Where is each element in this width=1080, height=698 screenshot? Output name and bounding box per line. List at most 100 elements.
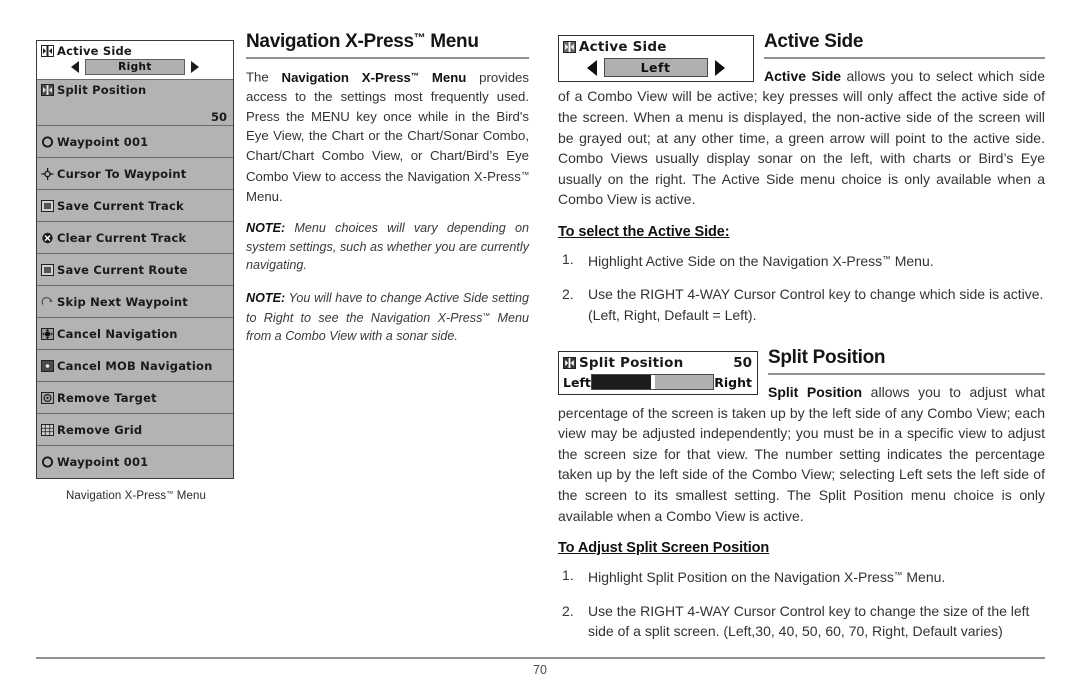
footer-divider: [36, 657, 1045, 659]
left-right-arrows-icon: [41, 45, 54, 57]
split-position-section: Split Position 50 Left Right Split Posit…: [558, 348, 1045, 654]
list-item: 1. Highlight Active Side on the Navigatio…: [558, 249, 1045, 271]
remove-grid-icon: [41, 423, 54, 436]
step-text: Highlight Active Side on the Navigation …: [588, 252, 934, 269]
list-item: 1. Highlight Split Position on the Naviga…: [558, 565, 1045, 587]
figure-caption: Navigation X-Press™ Menu: [66, 490, 206, 503]
gauge-right-label: Right: [714, 374, 752, 390]
lcd-menu-item-save-current-track[interactable]: Save Current Track: [37, 190, 233, 222]
gauge-track[interactable]: [590, 374, 715, 391]
gauge-knob[interactable]: [651, 375, 656, 390]
note-2-label: NOTE:: [246, 290, 286, 305]
save-route-icon: [41, 263, 54, 276]
arrow-right-icon[interactable]: [191, 61, 199, 73]
split-position-divider: [768, 373, 1045, 376]
clear-x-circle-icon: [41, 232, 54, 244]
skip-arrow-icon: [41, 296, 54, 308]
note-1-text: Menu choices will vary depending on syst…: [246, 221, 529, 273]
step-text: Use the RIGHT 4-WAY Cursor Control key t…: [588, 602, 1030, 639]
split-position-heading: Split Position: [768, 348, 886, 369]
lcd-menu-item-label: Clear Current Track: [57, 230, 187, 245]
active-side-heading: Active Side: [764, 32, 864, 52]
lcd-menu-item-waypoint-001-bottom[interactable]: Waypoint 001: [37, 446, 233, 478]
lcd-menu-item-label: Cancel Navigation: [57, 326, 178, 341]
arrow-left-icon[interactable]: [71, 61, 79, 73]
gauge-fill: [591, 375, 652, 390]
lcd-active-side-slider[interactable]: Right: [41, 58, 229, 77]
lcd-menu-item-split-position[interactable]: Split Position 50: [37, 80, 233, 126]
step-number: 2.: [562, 286, 574, 303]
lcd-split-position-gauge[interactable]: Left Right: [563, 374, 752, 391]
lcd-split-position-header: Split Position 50: [563, 355, 752, 371]
crosshair-icon: [41, 167, 54, 180]
remove-target-icon: [41, 391, 54, 404]
active-side-subhead: To select the Active Side:: [558, 224, 730, 241]
note-1: NOTE: Menu choices will vary depending o…: [246, 219, 529, 274]
active-side-divider: [764, 56, 1045, 59]
waypoint-circle-icon: [41, 456, 54, 468]
split-position-body-bold: Split Position: [768, 384, 863, 401]
lcd-menu-item-cancel-mob-navigation[interactable]: Cancel MOB Navigation: [37, 350, 233, 382]
lcd-menu-item-clear-current-track[interactable]: Clear Current Track: [37, 222, 233, 254]
lcd-menu-item-cancel-navigation[interactable]: Cancel Navigation: [37, 318, 233, 350]
active-side-section: Active Side Left Active Side Active Side…: [558, 32, 1045, 338]
cancel-navigation-icon: [41, 327, 54, 340]
lcd-menu-item-waypoint-001[interactable]: Waypoint 001: [37, 126, 233, 158]
list-item: 2. Use the RIGHT 4-WAY Cursor Control key…: [558, 284, 1045, 325]
navigation-xpress-menu-figure: Active Side Right Split Position 50 Wayp…: [36, 40, 236, 502]
lcd-menu-item-label: Waypoint 001: [57, 455, 149, 469]
lcd-menu-item-save-current-route[interactable]: Save Current Route: [37, 254, 233, 286]
lcd-menu-item-remove-grid[interactable]: Remove Grid: [37, 414, 233, 446]
lcd-active-side-slider-control[interactable]: Left: [563, 58, 748, 77]
intro-bold: Navigation X-Press™ Menu: [281, 69, 467, 85]
lcd-active-side-selected-value: Left: [603, 58, 708, 77]
waypoint-circle-icon: [41, 136, 54, 148]
lcd-menu-item-skip-next-waypoint[interactable]: Skip Next Waypoint: [37, 286, 233, 318]
lcd-split-position-box[interactable]: Split Position 50 Left Right: [558, 351, 758, 396]
lcd-menu-item-remove-target[interactable]: Remove Target: [37, 382, 233, 414]
step-text: Highlight Split Position on the Navigati…: [588, 569, 946, 586]
active-side-body-bold: Active Side: [764, 67, 842, 84]
lcd-menu-item-cursor-to-waypoint[interactable]: Cursor To Waypoint: [37, 158, 233, 190]
active-side-widget-figure: Active Side Left: [558, 35, 754, 82]
lcd-menu-item-label: Cancel MOB Navigation: [57, 358, 213, 373]
active-side-body-text: allows you to select which side of a Com…: [558, 67, 1045, 208]
lcd-active-side-header: Active Side: [563, 39, 748, 55]
lcd-menu-item-label: Save Current Route: [57, 262, 188, 277]
lcd-menu-item-label: Remove Grid: [57, 422, 143, 437]
intro-rest: provides access to the settings most fre…: [246, 69, 529, 204]
note-1-label: NOTE:: [246, 221, 286, 236]
split-position-body-text: allows you to adjust what percentage of …: [558, 384, 1046, 524]
lcd-split-position-number: 50: [733, 355, 752, 372]
lcd-menu-item-label: Save Current Track: [57, 198, 184, 213]
note-2-text: You will have to change Active Side sett…: [246, 290, 529, 343]
active-side-body: Active Side allows you to select which s…: [558, 66, 1045, 210]
lcd-split-position-label: Split Position: [579, 355, 684, 372]
cancel-mob-icon: [41, 359, 54, 372]
left-right-arrows-icon: [563, 357, 576, 370]
middle-column: Navigation X-Press™ Menu The Navigation …: [246, 31, 529, 359]
gauge-left-label: Left: [563, 374, 591, 390]
split-position-widget-figure: Split Position 50 Left Right: [558, 351, 758, 396]
lcd-active-side-label: Active Side: [579, 39, 667, 55]
intro-paragraph: The Navigation X-Press™ Menu provides ac…: [246, 66, 529, 207]
arrow-left-icon[interactable]: [586, 59, 597, 76]
lcd-active-side-value: Right: [85, 59, 185, 75]
step-number: 1.: [562, 251, 574, 268]
lcd-menu-item-label: Cursor To Waypoint: [57, 166, 187, 181]
lcd-active-side-box[interactable]: Active Side Left: [558, 35, 754, 82]
lcd-menu-item-label: Split Position: [57, 83, 147, 97]
save-track-icon: [41, 199, 54, 212]
split-position-body: Split Position allows you to adjust what…: [558, 382, 1045, 526]
step-text: Use the RIGHT 4-WAY Cursor Control key t…: [588, 286, 1044, 323]
page-title: Navigation X-Press™ Menu: [246, 31, 479, 52]
note-2: NOTE: You will have to change Active Sid…: [246, 289, 529, 346]
lcd-menu-item-active-side[interactable]: Active Side Right: [37, 41, 233, 80]
left-right-arrows-icon: [41, 84, 54, 96]
intro-lead: The: [246, 69, 282, 85]
split-position-steps: 1. Highlight Split Position on the Naviga…: [558, 565, 1045, 641]
left-right-arrows-icon: [563, 41, 576, 53]
arrow-right-icon[interactable]: [714, 59, 725, 76]
title-divider: [246, 56, 529, 59]
step-number: 2.: [562, 602, 574, 619]
